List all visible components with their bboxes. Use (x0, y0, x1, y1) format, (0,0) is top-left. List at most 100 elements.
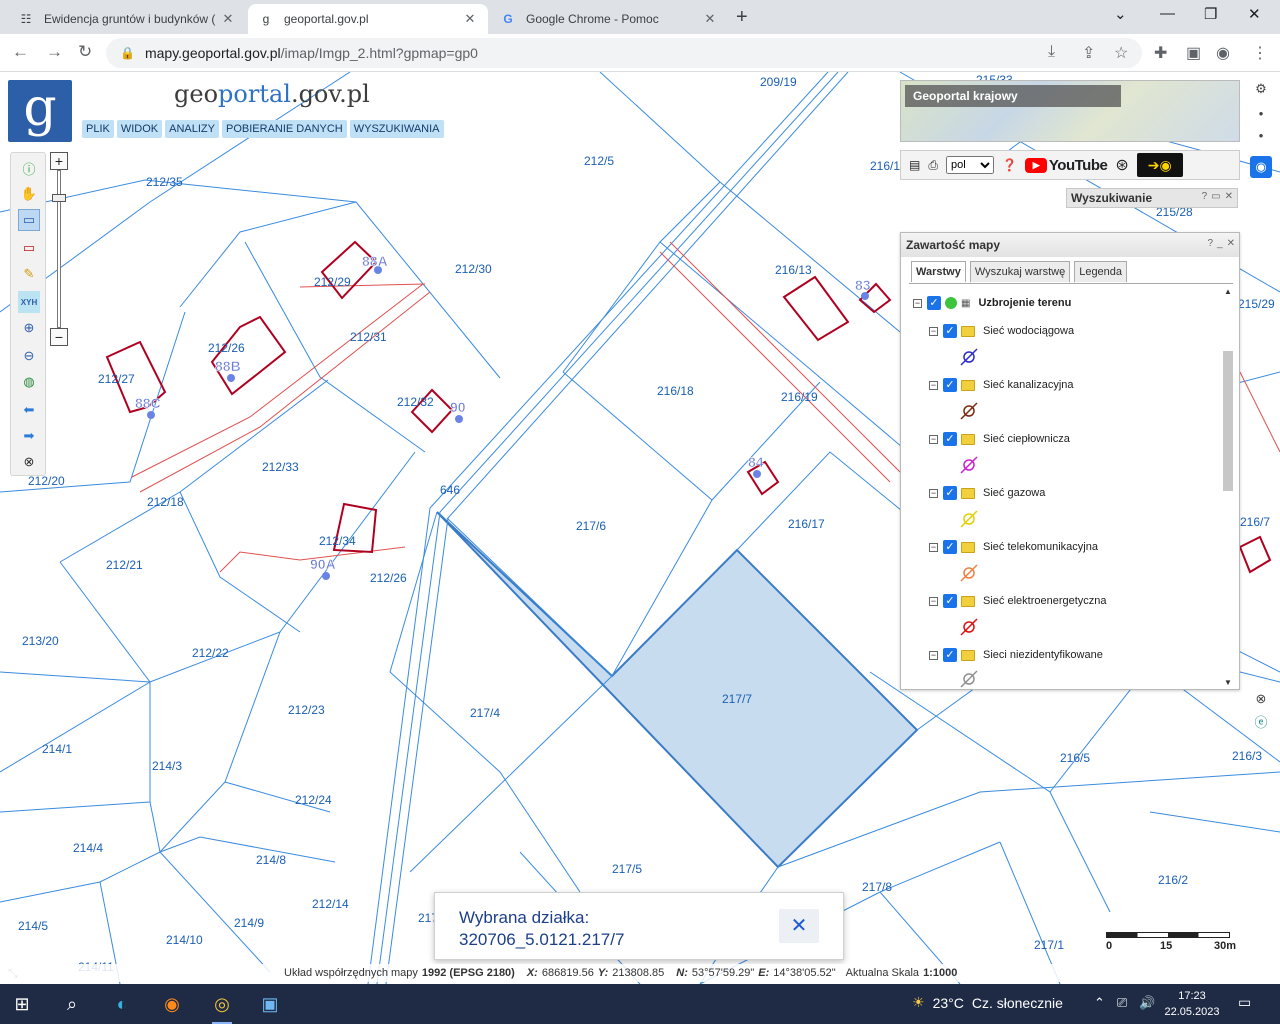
volume-icon[interactable]: 🔊 (1139, 995, 1155, 1011)
settings-gear-icon[interactable]: ⚙ (1250, 78, 1272, 100)
youtube-link[interactable]: ▶ YouTube (1024, 157, 1108, 174)
scroll-up-icon[interactable]: ▲ (1224, 287, 1232, 296)
high-contrast-button[interactable]: ➔◉ (1136, 153, 1183, 177)
forward-icon[interactable]: → (46, 42, 63, 62)
layer-checkbox[interactable]: ✓ (943, 378, 957, 392)
layers-scrollbar[interactable]: ▲ ▼ (1221, 287, 1235, 687)
collapse-icon[interactable]: − (913, 298, 922, 308)
dot-icon[interactable]: • (1250, 102, 1272, 124)
selected-parcel-217-7[interactable] (436, 511, 919, 869)
collapse-icon[interactable]: − (929, 650, 938, 660)
next-view-icon[interactable]: ➡ (18, 425, 40, 447)
pan-hand-icon[interactable]: ✋ (18, 183, 40, 205)
side-panel-icon[interactable]: ▣ (1186, 43, 1201, 63)
dot-icon[interactable]: • (1250, 124, 1272, 146)
layer-row[interactable]: − ✓ Sieć gazowa (929, 483, 1045, 503)
clear-icon[interactable]: ⊗ (18, 451, 40, 473)
chrome-icon[interactable]: ◎ (208, 990, 236, 1024)
install-icon[interactable]: ⤓ (1048, 43, 1055, 61)
layer-checkbox[interactable]: ✓ (943, 432, 957, 446)
layer-row[interactable]: − ✓ Sieć kanalizacyjna (929, 375, 1074, 395)
firefox-icon[interactable]: ◉ (158, 990, 186, 1018)
layer-checkbox[interactable]: ✓ (943, 648, 957, 662)
menu-plik[interactable]: PLIK (82, 120, 114, 138)
pencil-icon[interactable]: ✎ (18, 263, 40, 285)
bookmark-star-icon[interactable]: ☆ (1114, 43, 1128, 63)
clock[interactable]: 17:23 22.05.2023 (1162, 988, 1222, 1020)
address-bar[interactable]: 🔒 mapy.geoportal.gov.pl/imap/Imgp_2.html… (106, 38, 1142, 68)
maximize-button[interactable]: ❐ (1204, 5, 1217, 23)
accessibility-icon[interactable]: ⊛ (1115, 155, 1128, 175)
tab-warstwy[interactable]: Warstwy (911, 261, 966, 282)
layer-row[interactable]: − ✓ Sieć telekomunikacyjna (929, 537, 1098, 557)
layer-row[interactable]: − ✓ Sieć elektroenergetyczna (929, 591, 1107, 611)
menu-analizy[interactable]: ANALIZY (165, 120, 219, 138)
xyh-coordinates-icon[interactable]: XYH (18, 291, 40, 313)
previous-view-icon[interactable]: ⬅ (18, 399, 40, 421)
overview-map[interactable]: Geoportal krajowy (900, 80, 1240, 142)
layer-checkbox[interactable]: ✓ (943, 324, 957, 338)
zoom-slider[interactable]: + − (50, 152, 68, 348)
info-icon[interactable]: ⓘ (18, 157, 40, 179)
help-icon[interactable]: ? (1202, 191, 1208, 202)
layer-row[interactable]: − ✓ Sieć wodociągowa (929, 321, 1074, 341)
tab-wyszukaj-warstwe[interactable]: Wyszukaj warstwę (969, 261, 1071, 282)
collapse-icon[interactable]: − (929, 380, 938, 390)
print-icon[interactable]: ⎙ (928, 158, 938, 173)
menu-kebab-icon[interactable]: ⋮ (1252, 43, 1268, 63)
close-window-button[interactable]: ✕ (1248, 5, 1261, 23)
restore-icon[interactable]: ▭ (1211, 191, 1220, 202)
zoom-in-icon[interactable]: ⊕ (18, 317, 40, 339)
language-select[interactable]: pol (945, 156, 994, 174)
eye-toggle-icon[interactable]: ◉ (1250, 156, 1272, 178)
menu-wyszukiwania[interactable]: WYSZUKIWANIA (349, 120, 444, 138)
zoom-out-icon[interactable]: ⊖ (18, 345, 40, 367)
scroll-down-icon[interactable]: ▼ (1224, 678, 1232, 687)
tab-search-icon[interactable]: ⌄ (1114, 5, 1127, 23)
close-icon[interactable]: ✕ (1225, 191, 1233, 202)
tab-geoportal[interactable]: g geoportal.gov.pl ✕ (248, 4, 488, 34)
tab-chrome-help[interactable]: G Google Chrome - Pomoc ✕ (490, 4, 728, 34)
zoom-minus-button[interactable]: − (50, 328, 68, 346)
profile-avatar-icon[interactable]: ◉ (1216, 43, 1230, 63)
menu-pobieranie-danych[interactable]: POBIERANIE DANYCH (222, 120, 347, 138)
globe-icon[interactable]: ◍ (18, 371, 40, 393)
search-panel-header[interactable]: Wyszukiwanie ? ▭ ✕ (1066, 188, 1238, 208)
collapse-icon[interactable]: − (929, 434, 938, 444)
tab-ewidencja[interactable]: ☷ Ewidencja gruntów i budynków ( ✕ (8, 4, 246, 34)
scroll-thumb[interactable] (1223, 351, 1233, 491)
table-icon[interactable]: ▤ (909, 158, 920, 172)
layer-checkbox[interactable]: ✓ (943, 594, 957, 608)
select-area-icon[interactable]: ▭ (18, 209, 40, 231)
layer-row[interactable]: − ✓ Sieci niezidentyfikowane (929, 645, 1103, 665)
layer-checkbox[interactable]: ✓ (943, 540, 957, 554)
reload-icon[interactable]: ↻ (78, 42, 92, 62)
collapse-icon[interactable]: − (929, 488, 938, 498)
close-popup-button[interactable]: ✕ (779, 909, 819, 943)
notifications-icon[interactable]: ▭ (1238, 994, 1251, 1011)
close-circle-icon[interactable]: ⊗ (1250, 688, 1272, 710)
zoom-plus-button[interactable]: + (50, 152, 68, 170)
back-icon[interactable]: ← (12, 42, 29, 62)
weather-widget[interactable]: ☀ 23°C Cz. słonecznie (912, 994, 1063, 1011)
share-icon[interactable]: ⇪ (1082, 43, 1095, 63)
collapse-icon[interactable]: − (929, 542, 938, 552)
help-icon[interactable]: ? (1207, 238, 1213, 249)
select-parcel-icon[interactable]: ▭ (18, 237, 40, 259)
layer-checkbox[interactable]: ✓ (943, 486, 957, 500)
show-hidden-icons-icon[interactable]: ⌃ (1094, 995, 1105, 1011)
close-tab-icon[interactable]: ✕ (220, 11, 236, 27)
network-icon[interactable]: ⎚ (1117, 995, 1127, 1011)
edge-icon[interactable]: ◐ (108, 990, 136, 1018)
menu-widok[interactable]: WIDOK (116, 120, 163, 138)
close-icon[interactable]: ✕ (1227, 238, 1235, 249)
close-tab-icon[interactable]: ✕ (462, 11, 478, 27)
map-viewport[interactable]: 209/19 212/35 212/5 215/33 216/12 215/28… (0, 72, 1280, 984)
collapse-icon[interactable]: − (929, 326, 938, 336)
e-service-icon[interactable]: ⓔ (1250, 710, 1272, 732)
layer-row[interactable]: − ✓ Sieć ciepłownicza (929, 429, 1070, 449)
new-tab-button[interactable]: + (736, 6, 748, 29)
help-icon[interactable]: ❓ (1002, 158, 1017, 172)
windows-start-icon[interactable]: ⊞ (8, 990, 36, 1018)
search-icon[interactable]: ⌕ (58, 990, 86, 1018)
